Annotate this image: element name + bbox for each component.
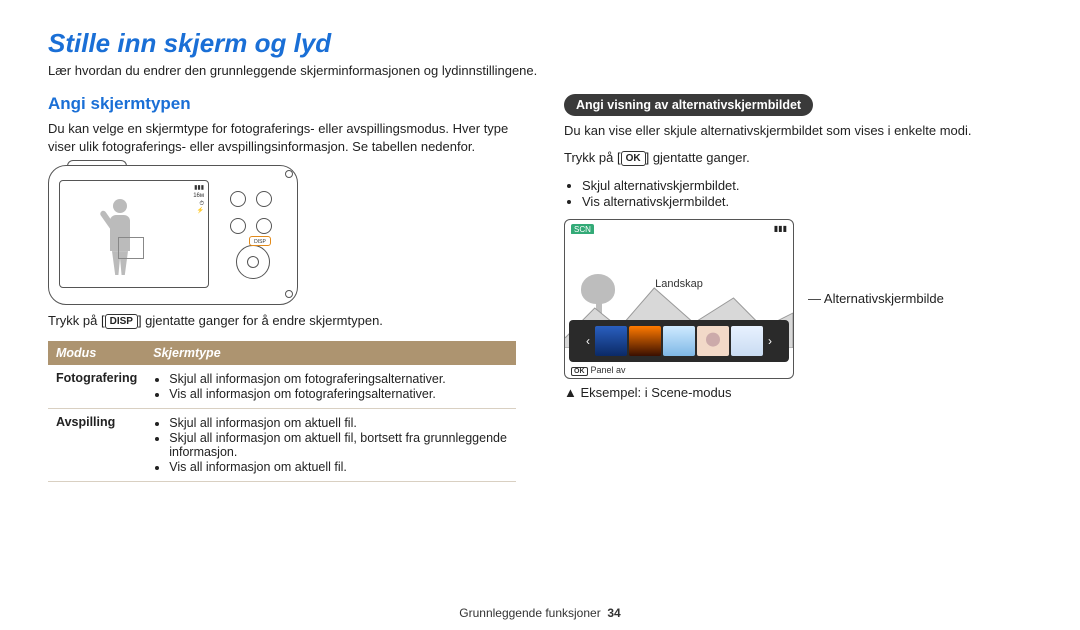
focus-box-icon (118, 237, 144, 259)
table-row: Fotografering Skjul all informasjon om f… (48, 365, 516, 409)
thumbnail (697, 326, 729, 356)
ok-badge-icon: OK (571, 367, 588, 376)
scene-label: Landskap (565, 278, 793, 290)
right-column: Angi visning av alternativskjermbildet D… (564, 94, 1032, 482)
mode-cell: Fotografering (48, 365, 145, 409)
list-item: Skjul all informasjon om fotograferingsa… (169, 372, 508, 386)
camera-illustration: ▮▮▮ 16ᴍ ⏱ ⚡ DISP (48, 165, 298, 305)
thumbnail (663, 326, 695, 356)
footer-page: 34 (607, 606, 620, 620)
text: ] gjentatte ganger. (646, 150, 750, 165)
right-bullets: Skjul alternativskjermbildet. Vis altern… (566, 178, 1032, 209)
camera-button-icon (230, 191, 246, 207)
mode-table: Modus Skjermtype Fotografering Skjul all… (48, 341, 516, 482)
left-heading: Angi skjermtypen (48, 94, 516, 114)
page-title: Stille inn skjerm og lyd (48, 28, 1032, 59)
mode-cell: Avspilling (48, 409, 145, 482)
left-paragraph: Du kan velge en skjermtype for fotografe… (48, 120, 516, 155)
list-item: Vis all informasjon om aktuell fil. (169, 460, 508, 474)
side-caption: — Alternativskjermbilde (808, 291, 944, 306)
example-caption: ▲ Eksempel: i Scene-modus (564, 385, 1032, 400)
flash-icon: ⚡ (193, 208, 204, 216)
subsection-tag: Angi visning av alternativskjermbildet (564, 94, 813, 116)
table-row: Avspilling Skjul all informasjon om aktu… (48, 409, 516, 482)
footer-section: Grunnleggende funksjoner (459, 606, 600, 620)
chevron-left-icon: ‹ (583, 334, 593, 348)
camera-button-icon (256, 191, 272, 207)
caption-text: Alternativskjermbilde (824, 291, 944, 306)
camera-screen: ▮▮▮ 16ᴍ ⏱ ⚡ (59, 180, 209, 288)
ok-pill: OK (621, 151, 646, 166)
disp-instruction: Trykk på [DISP] gjentatte ganger for å e… (48, 313, 516, 329)
page-lead: Lær hvordan du endrer den grunnleggende … (48, 63, 1032, 78)
th-type: Skjermtype (145, 341, 516, 365)
disp-button-highlight: DISP (249, 236, 271, 246)
filmstrip: ‹ › (569, 320, 789, 362)
thumbnail (595, 326, 627, 356)
list-item: Skjul alternativskjermbildet. (582, 178, 1032, 193)
thumbnail (629, 326, 661, 356)
list-item: Vis alternativskjermbildet. (582, 194, 1032, 209)
camera-controls (227, 188, 279, 282)
camera-hud: ▮▮▮ 16ᴍ ⏱ ⚡ (193, 185, 204, 216)
camera-button-icon (256, 218, 272, 234)
lcd-illustration: SCN 🎬 ▮▮▮ 16ᴍ Landskap ‹ (564, 219, 794, 379)
disp-pill: DISP (105, 314, 138, 329)
th-mode: Modus (48, 341, 145, 365)
chevron-right-icon: › (765, 334, 775, 348)
text: Panel av (591, 365, 626, 375)
list-item: Skjul all informasjon om aktuell fil. (169, 416, 508, 430)
camera-button-icon (230, 218, 246, 234)
list-item: Vis all informasjon om fotograferingsalt… (169, 387, 508, 401)
battery-icon: ▮▮▮ (773, 224, 787, 234)
dpad-icon (236, 245, 270, 279)
list-item: Skjul all informasjon om aktuell fil, bo… (169, 431, 508, 459)
resolution-label: 16ᴍ (193, 193, 204, 201)
page-footer: Grunnleggende funksjoner 34 (0, 606, 1080, 620)
right-paragraph: Du kan vise eller skjule alternativskjer… (564, 122, 1032, 140)
panel-off-label: OKPanel av (571, 365, 626, 376)
text: Trykk på [ (48, 313, 105, 328)
type-cell: Skjul all informasjon om fotograferingsa… (145, 365, 516, 409)
thumbnail (731, 326, 763, 356)
text: ] gjentatte ganger for å endre skjermtyp… (138, 313, 383, 328)
battery-icon: ▮▮▮ (193, 185, 204, 193)
ok-instruction: Trykk på [OK] gjentatte ganger. (564, 150, 1032, 166)
type-cell: Skjul all informasjon om aktuell fil. Sk… (145, 409, 516, 482)
left-column: Angi skjermtypen Du kan velge en skjermt… (48, 94, 516, 482)
text: Trykk på [ (564, 150, 621, 165)
